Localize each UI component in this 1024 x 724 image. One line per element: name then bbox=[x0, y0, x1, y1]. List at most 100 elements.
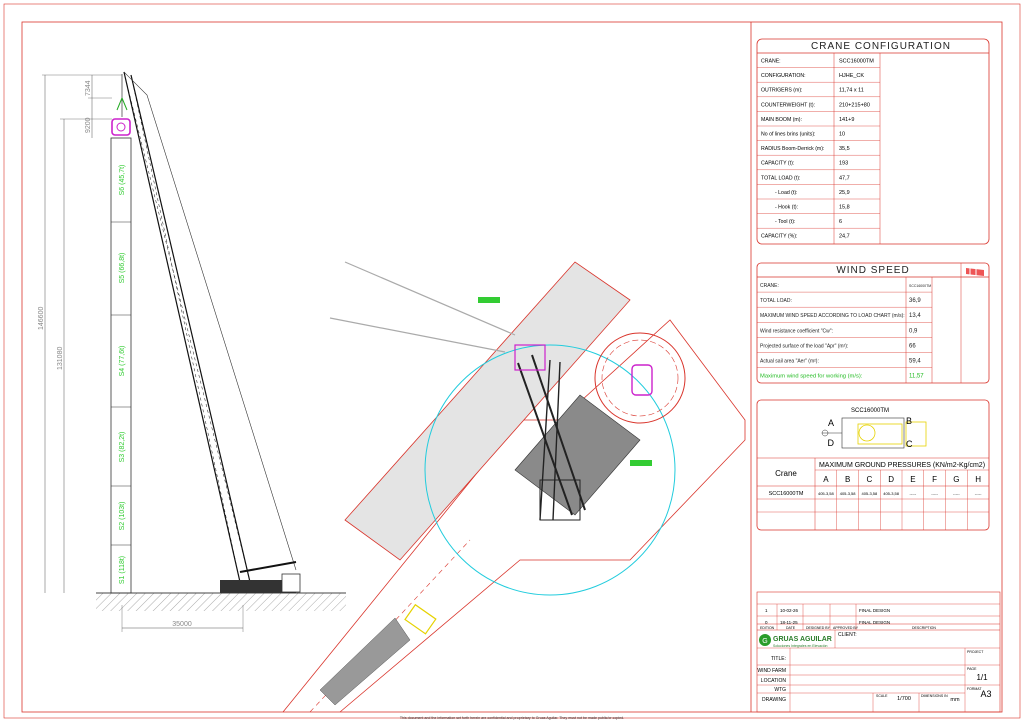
config-value: 10 bbox=[839, 132, 845, 138]
pressure-header: MAXIMUM GROUND PRESSURES (KN/m2-Kg/cm2) bbox=[819, 462, 985, 469]
config-label: MAIN BOOM (m): bbox=[761, 117, 802, 123]
pressure-row-name: SCC16000TM bbox=[769, 491, 804, 497]
elevation-view bbox=[42, 71, 346, 632]
config-value: 15,8 bbox=[839, 205, 850, 211]
pressure-col: C bbox=[866, 475, 872, 484]
config-value: SCC16000TM bbox=[839, 59, 874, 65]
tower-section-label: S2 (103t) bbox=[119, 502, 126, 531]
rev-h-description: DESCRIPTION bbox=[912, 626, 936, 630]
plan-view bbox=[282, 261, 746, 713]
dims-value: mm bbox=[950, 697, 960, 703]
config-label: OUTRIGERS (m): bbox=[761, 88, 803, 94]
config-value: 193 bbox=[839, 161, 848, 167]
tower-section-label: S4 (77,6t) bbox=[119, 346, 126, 377]
svg-text:G: G bbox=[762, 638, 767, 645]
assembly-circle bbox=[594, 332, 686, 424]
config-label: No of lines brins (units): bbox=[761, 132, 816, 138]
corner-d: D bbox=[828, 438, 835, 448]
pressure-value: ----- bbox=[975, 491, 982, 496]
tower-section-label: S5 (66,8t) bbox=[119, 253, 126, 284]
green-tag bbox=[478, 297, 500, 303]
location-label: LOCATION bbox=[761, 678, 787, 684]
dim-hub-height: 131080 bbox=[57, 347, 64, 370]
dim-b: 7344 bbox=[85, 80, 92, 96]
dim-a: 9200 bbox=[85, 117, 92, 133]
config-value: 35,5 bbox=[839, 146, 850, 152]
company-name: GRUAS AGUILAR bbox=[773, 636, 832, 643]
wind-value: 0,9 bbox=[909, 328, 918, 334]
pressure-col: D bbox=[888, 475, 894, 484]
pressure-value: ----- bbox=[953, 491, 960, 496]
config-value: 210+215+80 bbox=[839, 102, 870, 108]
pressure-value: 405-3,58 bbox=[840, 491, 857, 496]
pressure-value: ----- bbox=[931, 491, 938, 496]
wind-label: Wind resistance coefficient "Cw": bbox=[760, 328, 833, 334]
rev-h-date: DATE bbox=[786, 626, 796, 630]
wind-label: Actual sail area "Aer" (m²): bbox=[760, 359, 819, 365]
page-value: 1/1 bbox=[976, 673, 988, 682]
corner-a: A bbox=[828, 418, 834, 428]
wtg-label: WTG bbox=[774, 687, 786, 693]
tower-section-label: S6 (45,7t) bbox=[119, 165, 126, 196]
pressure-col: F bbox=[932, 475, 937, 484]
ground-hatch bbox=[96, 593, 346, 611]
wind-label: Maximum wind speed for working (m/s): bbox=[760, 374, 863, 380]
pressure-value: 405-3,58 bbox=[883, 491, 900, 496]
tower-section-label: S1 (118t) bbox=[119, 556, 126, 584]
config-title: CRANE CONFIGURATION bbox=[811, 41, 951, 52]
wind-value: 59,4 bbox=[909, 359, 921, 365]
config-label: CAPACITY (%): bbox=[761, 234, 797, 240]
title-block: 1 10-02-26 FINAL DESIGN0 18-11-25 FINAL DESI… bbox=[756, 591, 1001, 713]
green-tag bbox=[630, 460, 652, 466]
config-value: HJHE_CK bbox=[839, 73, 864, 79]
config-label: CRANE: bbox=[761, 59, 781, 65]
drawing-sheet: CRANE CONFIGURATION CRANE: SCC16000TM CONF… bbox=[3, 3, 1021, 720]
dims-label: DIMENSIONS IN bbox=[921, 694, 948, 698]
rev-desc: FINAL DESIGN bbox=[859, 608, 890, 613]
page-label: PAGE bbox=[967, 667, 977, 671]
rev-h-designed: DESIGNED BY bbox=[806, 626, 831, 630]
config-value: 47,7 bbox=[839, 175, 850, 181]
pressure-col: E bbox=[910, 475, 915, 484]
wind-speed-table: WIND SPEED CRANE: SCC16000TM TOTAL LOAD: 36… bbox=[756, 262, 990, 384]
wind-label: CRANE: bbox=[760, 283, 779, 289]
config-label: CONFIGURATION: bbox=[761, 73, 806, 79]
rev-date: 18-11-25 bbox=[780, 620, 798, 625]
scale-label: SCALE bbox=[876, 694, 888, 698]
pressure-value: ----- bbox=[910, 491, 917, 496]
dim-radius: 35000 bbox=[172, 621, 192, 628]
wind-value: SCC16000TM bbox=[909, 284, 931, 288]
config-value: 24,7 bbox=[839, 234, 850, 240]
crane-config-table: CRANE CONFIGURATION CRANE: SCC16000TM CONF… bbox=[756, 38, 990, 245]
wind-title: WIND SPEED bbox=[836, 265, 909, 276]
title-label: TITLE: bbox=[771, 656, 786, 662]
pressure-value: 405-3,58 bbox=[861, 491, 878, 496]
tower-section-label: S3 (82,2t) bbox=[119, 432, 126, 463]
config-value: 25,9 bbox=[839, 190, 850, 196]
windsock-icon bbox=[966, 268, 984, 276]
drawing-label: DRAWING bbox=[762, 697, 786, 703]
config-value: 11,74 x 11 bbox=[839, 88, 864, 94]
config-label: COUNTERWEIGHT (t): bbox=[761, 102, 815, 108]
format-value: A3 bbox=[980, 689, 991, 699]
config-label: - Tool (t): bbox=[775, 219, 795, 225]
wind-value: 13,4 bbox=[909, 313, 921, 319]
corner-b: B bbox=[906, 416, 912, 426]
project-label: PROJECT bbox=[967, 650, 984, 654]
pressure-col-crane: Crane bbox=[775, 469, 797, 478]
confidential-notice: This document and the information set fo… bbox=[400, 716, 624, 720]
rev-date: 10-02-26 bbox=[780, 608, 799, 613]
config-label: TOTAL LOAD (t): bbox=[761, 175, 800, 181]
config-value: 141+9 bbox=[839, 117, 854, 123]
corner-c: C bbox=[906, 439, 913, 449]
dim-total-height: 146600 bbox=[38, 307, 45, 330]
wind-label: Projected surface of the load "Apr" (m²)… bbox=[760, 343, 848, 349]
pressure-col: B bbox=[845, 475, 850, 484]
company-tagline: Soluciones Integrales en Elevación bbox=[773, 644, 828, 648]
config-label: - Load (t): bbox=[775, 190, 798, 196]
config-value: 6 bbox=[839, 219, 842, 225]
pressure-col: G bbox=[953, 475, 959, 484]
pressure-col: A bbox=[823, 475, 829, 484]
crane-plan-icon bbox=[841, 417, 905, 449]
scale-value: 1/700 bbox=[897, 696, 911, 702]
